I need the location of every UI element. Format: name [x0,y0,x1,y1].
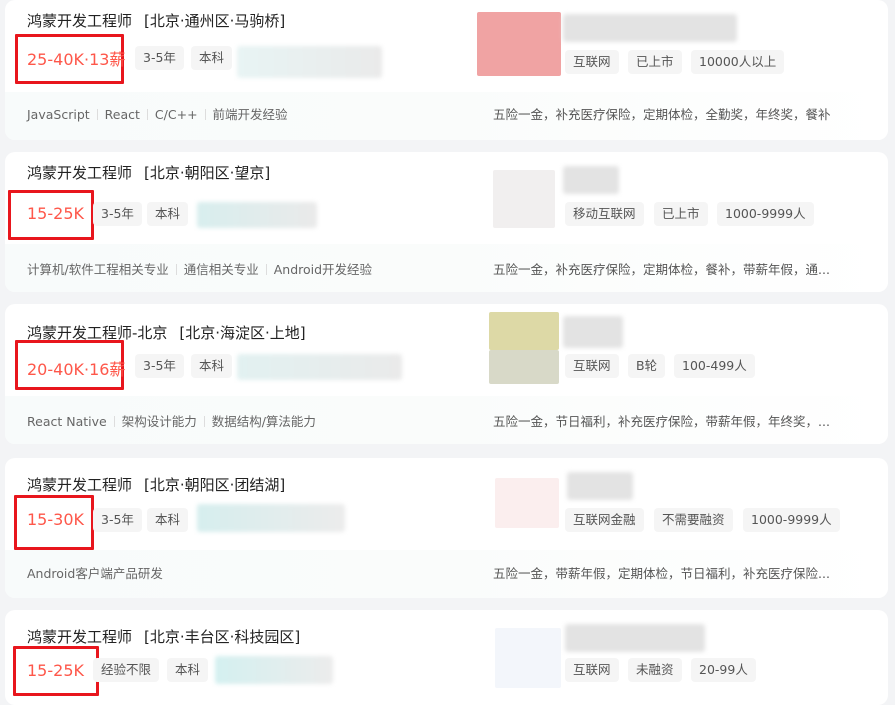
company-name-blurred[interactable] [563,316,623,348]
skill-tags: 计算机/软件工程相关专业 通信相关专业 Android开发经验 [27,259,372,278]
job-card[interactable]: 鸿蒙开发工程师 [北京·丰台区·科技园区] 15-25K 经验不限 本科 互联网 … [5,610,888,705]
job-area: [北京·朝阳区·望京] [144,164,271,182]
job-card[interactable]: 鸿蒙开发工程师 [北京·朝阳区·团结湖] 15-30K 3-5年 本科 Andro… [5,458,888,598]
company-stage-tag: 已上市 [628,50,682,74]
degree-tag: 本科 [191,354,233,378]
skill-tag: C/C++ [154,107,198,122]
company-logo[interactable] [477,12,561,76]
experience-tag: 3-5年 [135,354,184,378]
skill-tag: 计算机/软件工程相关专业 [27,262,169,277]
job-list: 鸿蒙开发工程师 [北京·通州区·马驹桥] 25-40K·13薪 3-5年 本科 J… [0,0,895,705]
salary: 15-25K [27,661,84,680]
company-industry-tag: 互联网 [565,354,619,378]
company-stage-tag: 已上市 [654,202,708,226]
company-size-tag: 20-99人 [691,658,756,682]
salary: 15-30K [27,510,84,529]
job-title[interactable]: 鸿蒙开发工程师 [北京·朝阳区·望京] [27,162,270,183]
recruiter-blurred [237,46,382,78]
job-area: [北京·朝阳区·团结湖] [144,476,286,494]
company-logo[interactable] [495,628,561,688]
skill-tag: 前端开发经验 [212,107,288,122]
job-area: [北京·海淀区·上地] [179,324,306,342]
job-name[interactable]: 鸿蒙开发工程师 [27,12,132,30]
company-size-tag: 1000-9999人 [743,508,840,532]
company-industry-tag: 移动互联网 [565,202,644,226]
job-area: [北京·通州区·马驹桥] [144,12,286,30]
recruiter-blurred [215,656,333,684]
degree-tag: 本科 [147,508,189,532]
company-name-blurred[interactable] [567,472,633,500]
company-name-blurred[interactable] [563,14,737,42]
job-name[interactable]: 鸿蒙开发工程师 [27,628,132,646]
company-industry-tag: 互联网 [565,50,619,74]
recruiter-blurred [197,202,317,228]
experience-tag: 3-5年 [135,46,184,70]
company-stage-tag: 不需要融资 [654,508,733,532]
company-industry-tag: 互联网金融 [565,508,644,532]
company-logo[interactable] [495,478,559,528]
skill-tags: React Native 架构设计能力 数据结构/算法能力 [27,411,316,430]
welfare-text: 五险一金，补充医疗保险，定期体检，全勤奖，年终奖，餐补 [493,107,831,122]
company-name-blurred[interactable] [563,166,619,194]
job-title[interactable]: 鸿蒙开发工程师 [北京·朝阳区·团结湖] [27,474,285,495]
salary: 15-25K [27,204,84,223]
degree-tag: 本科 [147,202,189,226]
welfare-text: 五险一金，带薪年假，定期体检，节日福利，补充医疗保险... [493,566,830,581]
job-area: [北京·丰台区·科技园区] [144,628,301,646]
skill-tags: Android客户端产品研发 [27,563,163,582]
job-title[interactable]: 鸿蒙开发工程师 [北京·通州区·马驹桥] [27,10,285,31]
recruiter-blurred [197,504,345,532]
skill-tag: JavaScript [27,107,90,122]
job-name[interactable]: 鸿蒙开发工程师 [27,164,132,182]
company-size-tag: 100-499人 [674,354,755,378]
skill-tag: 通信相关专业 [183,262,259,277]
job-card[interactable]: 鸿蒙开发工程师-北京 [北京·海淀区·上地] 20-40K·16薪 3-5年 本科… [5,304,888,444]
company-stage-tag: 未融资 [628,658,682,682]
salary: 20-40K·16薪 [27,360,126,379]
experience-tag: 3-5年 [93,202,142,226]
skill-tag: React [104,107,140,122]
experience-tag: 3-5年 [93,508,142,532]
skill-tag: 架构设计能力 [121,414,197,429]
company-size-tag: 1000-9999人 [717,202,814,226]
salary: 25-40K·13薪 [27,50,126,69]
welfare-text: 五险一金，节日福利，补充医疗保险，带薪年假，年终奖，... [493,414,830,429]
experience-tag: 经验不限 [93,658,160,682]
job-card[interactable]: 鸿蒙开发工程师 [北京·通州区·马驹桥] 25-40K·13薪 3-5年 本科 J… [5,0,888,140]
skill-tag: React Native [27,414,107,429]
skill-tag: Android客户端产品研发 [27,566,163,581]
company-logo[interactable] [493,170,555,228]
degree-tag: 本科 [191,46,233,70]
job-card[interactable]: 鸿蒙开发工程师 [北京·朝阳区·望京] 15-25K 3-5年 本科 计算机/软件… [5,152,888,292]
skill-tag: 数据结构/算法能力 [211,414,316,429]
job-title[interactable]: 鸿蒙开发工程师 [北京·丰台区·科技园区] [27,626,300,647]
skill-tag: Android开发经验 [273,262,373,277]
company-logo-lower [489,350,559,384]
company-size-tag: 10000人以上 [691,50,785,74]
company-logo[interactable] [489,312,559,350]
recruiter-blurred [237,354,402,380]
company-name-blurred[interactable] [565,624,705,652]
company-stage-tag: B轮 [628,354,666,378]
welfare-text: 五险一金，补充医疗保险，定期体检，餐补，带薪年假，通... [493,262,830,277]
company-industry-tag: 互联网 [565,658,619,682]
skill-tags: JavaScript React C/C++ 前端开发经验 [27,104,288,123]
degree-tag: 本科 [167,658,209,682]
job-name[interactable]: 鸿蒙开发工程师 [27,476,132,494]
